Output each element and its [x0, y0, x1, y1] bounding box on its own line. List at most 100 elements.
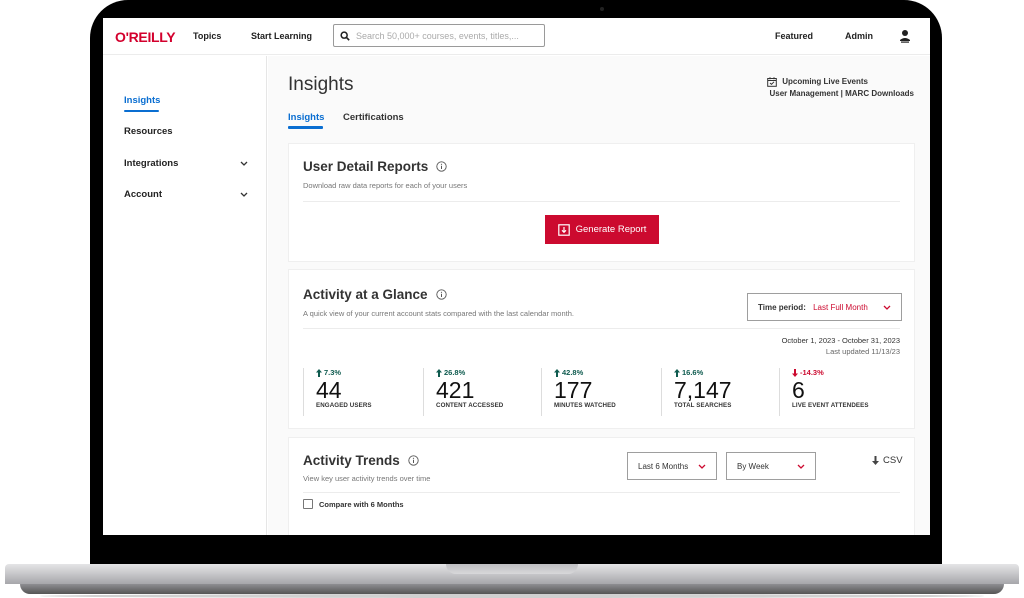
stat-change: 7.3% [316, 368, 426, 377]
info-icon[interactable] [435, 289, 447, 300]
main-content: Insights Insights Certifications Upcomin… [268, 56, 930, 535]
nav-start-learning[interactable]: Start Learning [251, 31, 312, 41]
generate-report-label: Generate Report [575, 224, 647, 235]
compare-option[interactable]: Compare with 6 Months [303, 499, 404, 509]
interval-select[interactable]: By Week [726, 452, 816, 480]
range-select-value: Last 6 Months [638, 461, 689, 471]
camera [600, 7, 604, 11]
download-icon [557, 223, 570, 236]
tab-certifications[interactable]: Certifications [343, 112, 404, 123]
activity-trends-card: Activity Trends View key user activity t… [288, 437, 915, 535]
info-icon[interactable] [436, 161, 447, 172]
compare-checkbox[interactable] [303, 499, 313, 509]
page-title: Insights [288, 74, 354, 95]
stat-label: CONTENT ACCESSED [436, 402, 504, 409]
sidebar-active-indicator [124, 110, 159, 112]
card-title-text: Activity Trends [303, 453, 400, 468]
stat-change: 26.8% [436, 368, 546, 377]
divider [303, 492, 900, 493]
user-detail-reports-card: User Detail Reports Download raw data re… [288, 143, 915, 262]
search-box[interactable] [333, 24, 545, 47]
top-nav: O'REILLY Topics Start Learning Featured … [103, 18, 930, 55]
stat-total-searches: 16.6% 7,147 TOTAL SEARCHES [661, 368, 784, 416]
sidebar-item-integrations[interactable]: Integrations [124, 158, 248, 169]
stat-engaged-users: 7.3% 44 ENGAGED USERS [303, 368, 426, 416]
sidebar-item-resources[interactable]: Resources [124, 126, 248, 137]
stat-change-text: 42.8% [562, 368, 584, 377]
arrow-up-icon [674, 368, 680, 377]
interval-select-value: By Week [737, 461, 769, 471]
info-icon[interactable] [408, 455, 419, 466]
arrow-down-icon [792, 368, 798, 377]
stat-value: 44 [316, 377, 342, 403]
sidebar: Insights Resources Integrations Account [103, 56, 267, 535]
stat-change: -14.3% [792, 368, 902, 377]
time-period-select[interactable]: Time period: Last Full Month [747, 293, 902, 321]
compare-label: Compare with 6 Months [319, 499, 404, 509]
laptop-base-lip [20, 584, 1004, 594]
activity-at-a-glance-card: Activity at a Glance A quick view of you… [288, 269, 915, 429]
sidebar-item-label: Integrations [124, 158, 179, 169]
card-subtitle: View key user activity trends over time [303, 474, 431, 483]
card-subtitle: A quick view of your current account sta… [303, 309, 574, 318]
arrow-up-icon [436, 368, 442, 377]
chevron-down-icon [698, 464, 706, 469]
stat-label: LIVE EVENT ATTENDEES [792, 402, 869, 409]
chevron-down-icon [240, 192, 248, 197]
tab-insights[interactable]: Insights [288, 112, 324, 123]
sidebar-item-label: Insights [124, 95, 161, 106]
tab-active-indicator [288, 126, 323, 129]
stat-value: 177 [554, 377, 593, 403]
card-title: User Detail Reports [303, 159, 447, 174]
stat-change-text: 7.3% [324, 368, 342, 377]
calendar-icon [767, 77, 778, 87]
stat-label: MINUTES WATCHED [554, 402, 616, 409]
stat-change-text: 16.6% [682, 368, 704, 377]
stat-content-accessed: 26.8% 421 CONTENT ACCESSED [423, 368, 546, 416]
csv-download-button[interactable]: CSV [872, 455, 903, 466]
stat-change: 16.6% [674, 368, 784, 377]
range-select[interactable]: Last 6 Months [627, 452, 717, 480]
stat-label: ENGAGED USERS [316, 402, 372, 409]
nav-topics[interactable]: Topics [193, 31, 221, 41]
card-title-text: Activity at a Glance [303, 287, 428, 302]
arrow-up-icon [316, 368, 322, 377]
stat-change: 42.8% [554, 368, 664, 377]
time-period-value: Last Full Month [813, 302, 868, 312]
time-period-label: Time period: [758, 302, 806, 312]
divider [303, 328, 900, 329]
card-title: Activity at a Glance [303, 287, 447, 302]
generate-report-button[interactable]: Generate Report [545, 215, 659, 244]
last-updated: Last updated 11/13/23 [825, 347, 900, 356]
csv-label: CSV [883, 455, 903, 466]
upcoming-live-events-link[interactable]: Upcoming Live Events [782, 76, 868, 88]
chevron-down-icon [797, 464, 805, 469]
sidebar-item-insights[interactable]: Insights [124, 95, 248, 106]
sidebar-item-label: Resources [124, 126, 173, 137]
card-title: Activity Trends [303, 453, 419, 468]
date-range: October 1, 2023 - October 31, 2023 Last … [782, 335, 900, 357]
stat-minutes-watched: 42.8% 177 MINUTES WATCHED [541, 368, 664, 416]
stat-change-text: -14.3% [800, 368, 824, 377]
search-icon [340, 30, 350, 41]
oreilly-logo[interactable]: O'REILLY [115, 29, 176, 45]
chevron-down-icon [240, 161, 248, 166]
link-separator: | [840, 89, 843, 98]
screen: O'REILLY Topics Start Learning Featured … [103, 18, 930, 535]
stat-value: 7,147 [674, 377, 732, 403]
stat-change-text: 26.8% [444, 368, 466, 377]
search-input[interactable] [356, 30, 536, 41]
stat-value: 421 [436, 377, 475, 403]
marc-downloads-link[interactable]: MARC Downloads [845, 89, 914, 98]
user-management-link[interactable]: User Management [769, 89, 838, 98]
card-title-text: User Detail Reports [303, 159, 429, 174]
nav-featured[interactable]: Featured [775, 31, 813, 41]
quick-links: Upcoming Live Events User Management | M… [767, 76, 914, 100]
arrow-up-icon [554, 368, 560, 377]
nav-admin[interactable]: Admin [845, 31, 873, 41]
user-icon[interactable] [899, 29, 911, 43]
sidebar-item-account[interactable]: Account [124, 189, 248, 200]
laptop-shadow [40, 594, 984, 598]
date-range-text: October 1, 2023 - October 31, 2023 [781, 336, 900, 345]
card-subtitle: Download raw data reports for each of yo… [303, 181, 468, 190]
